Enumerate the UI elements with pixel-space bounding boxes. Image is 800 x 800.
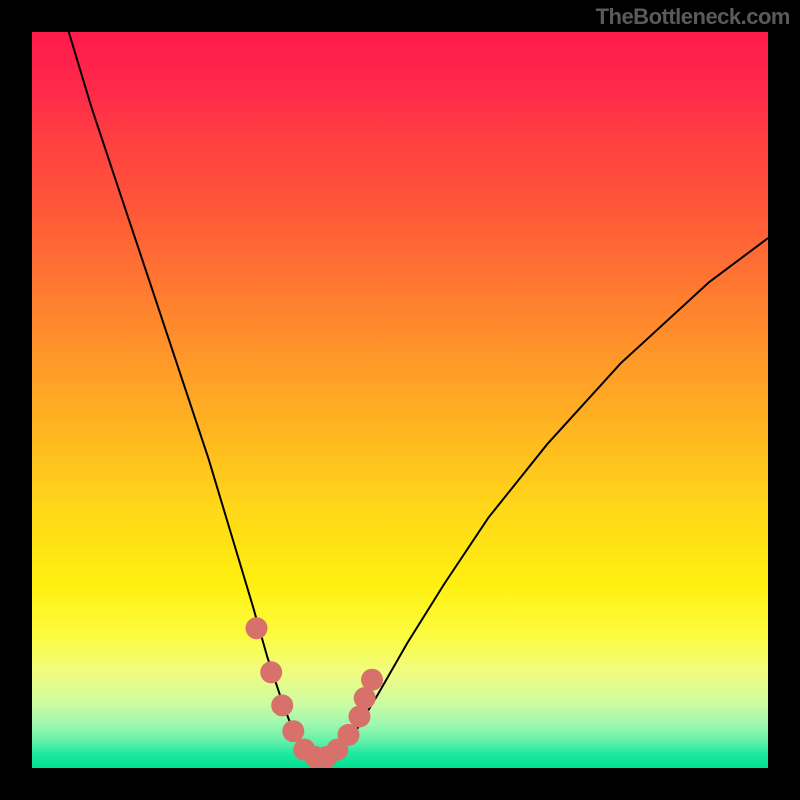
- highlight-dot: [271, 694, 293, 716]
- chart-plot-area: [32, 32, 768, 768]
- highlight-dot: [338, 724, 360, 746]
- highlight-dot: [282, 720, 304, 742]
- highlight-dot: [361, 669, 383, 691]
- highlight-dot: [246, 617, 268, 639]
- bottleneck-curve: [69, 32, 768, 757]
- watermark-text: TheBottleneck.com: [596, 4, 790, 30]
- highlight-dot: [260, 661, 282, 683]
- highlight-dots-group: [246, 617, 384, 768]
- chart-svg: [32, 32, 768, 768]
